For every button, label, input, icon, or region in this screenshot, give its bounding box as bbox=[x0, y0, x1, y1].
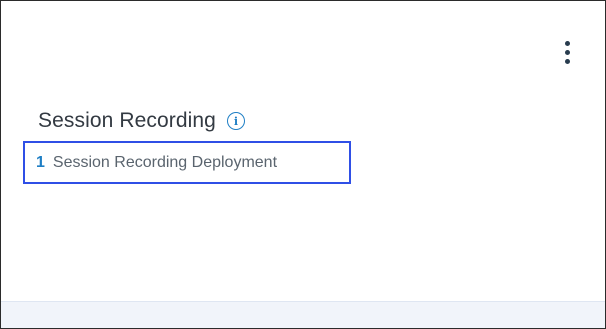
kebab-dot bbox=[565, 50, 570, 55]
more-options-icon[interactable] bbox=[561, 41, 575, 67]
session-recording-card: Session Recording i 1 Session Recording … bbox=[0, 0, 606, 329]
card-title-row: Session Recording i bbox=[38, 109, 245, 133]
deployment-link[interactable]: 1 Session Recording Deployment bbox=[23, 141, 351, 184]
deployment-count: 1 bbox=[36, 153, 45, 171]
kebab-dot bbox=[565, 59, 570, 64]
card-footer bbox=[1, 301, 605, 328]
deployment-label: Session Recording Deployment bbox=[52, 153, 278, 171]
card-title: Session Recording bbox=[38, 109, 216, 132]
kebab-dot bbox=[565, 41, 570, 46]
info-icon[interactable]: i bbox=[226, 112, 245, 130]
